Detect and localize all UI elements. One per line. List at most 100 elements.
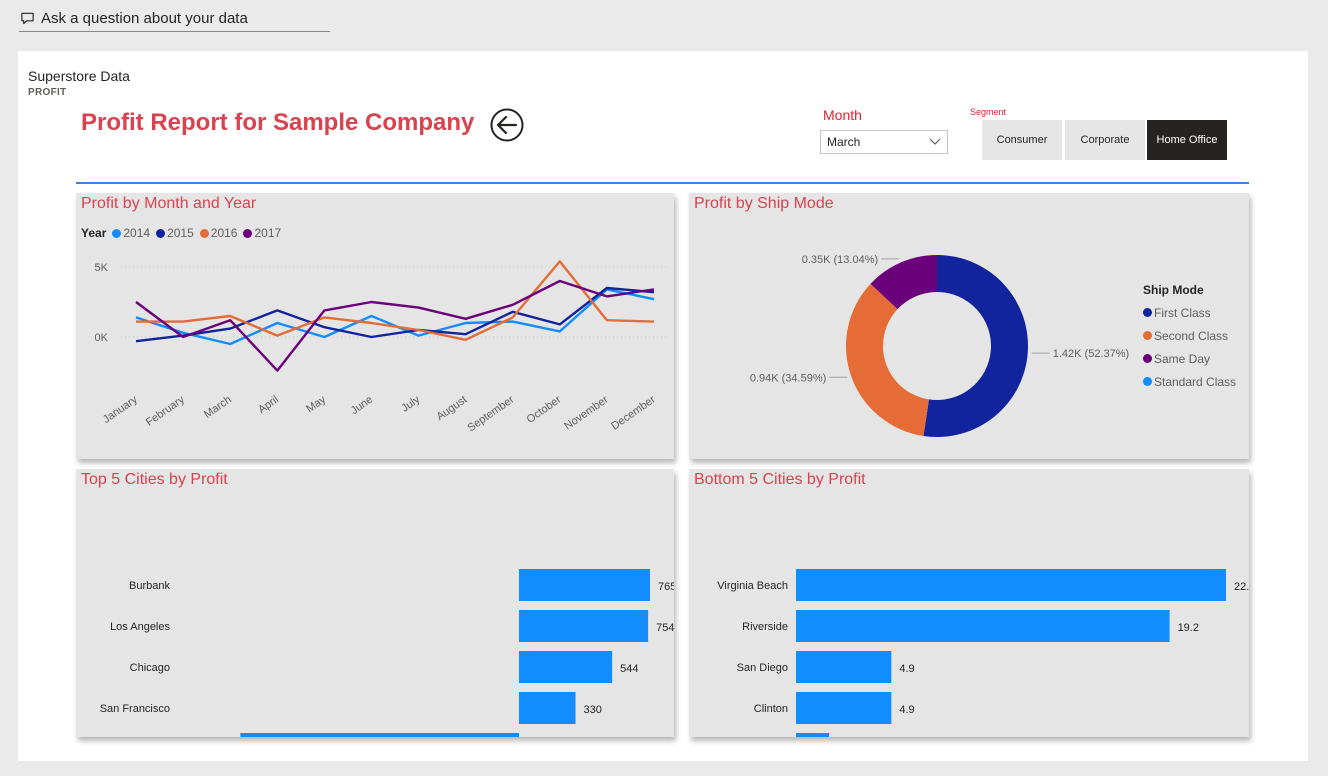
x-tick-label: January: [101, 393, 140, 426]
legend-label: Standard Class: [1154, 374, 1237, 389]
data-label: 544: [620, 663, 638, 675]
category-label: San Francisco: [100, 703, 170, 715]
legend-label: Second Class: [1154, 328, 1229, 343]
legend-dot: [1143, 377, 1152, 386]
donut-chart-title: Profit by Ship Mode: [694, 195, 834, 212]
segment-consumer-button[interactable]: Consumer: [982, 120, 1062, 160]
series-line-2015: [135, 286, 655, 343]
x-tick-label: December: [609, 393, 658, 432]
donut-data-label: 0.94K (34.59%): [750, 372, 826, 384]
segment-corporate-button[interactable]: Corporate: [1065, 120, 1145, 160]
legend-dot: [1143, 308, 1152, 317]
legend-label: 2016: [210, 226, 238, 240]
dataset-title: Superstore Data: [28, 68, 130, 84]
category-label: Los Angeles: [110, 621, 170, 633]
category-label: San Diego: [737, 662, 788, 674]
bar: [519, 651, 613, 683]
data-label: 19.2: [1178, 622, 1199, 634]
line-chart-title: Profit by Month and Year: [81, 195, 257, 212]
legend-dot: [199, 228, 209, 238]
bar: [796, 692, 892, 724]
ship-mode-legend-title: Ship Mode: [1143, 283, 1204, 297]
segment-home-office-button[interactable]: Home Office: [1147, 120, 1227, 160]
page-name: PROFIT: [28, 87, 67, 98]
legend-item-2016[interactable]: 2016: [199, 226, 238, 240]
bottom-cities-title: Bottom 5 Cities by Profit: [694, 471, 866, 488]
back-arrow-icon[interactable]: [489, 108, 525, 142]
qna-input[interactable]: Ask a question about your data: [19, 6, 330, 32]
data-label: 4.9: [899, 663, 914, 675]
legend-dot: [1143, 354, 1152, 363]
month-dropdown-value: March: [827, 135, 861, 149]
x-tick-label: April: [256, 394, 281, 416]
data-label: 4.9: [899, 704, 914, 716]
year-legend-title: Year: [81, 226, 107, 240]
report-title: Profit Report for Sample Company: [81, 109, 475, 136]
donut-slice-second-class: [846, 283, 929, 436]
x-tick-label: October: [525, 393, 564, 425]
speech-bubble-icon: [21, 12, 34, 25]
legend-item-standard-class[interactable]: Standard Class: [1143, 370, 1236, 393]
series-line-2016: [136, 260, 655, 342]
bar: [796, 610, 1170, 642]
legend-item-2014[interactable]: 2014: [112, 226, 150, 240]
y-tick-label: 0K: [95, 332, 109, 344]
donut-data-label: 0.35K (13.04%): [802, 254, 878, 266]
category-label: Riverside: [742, 621, 788, 633]
x-tick-label: May: [304, 393, 328, 415]
month-dropdown[interactable]: March: [820, 130, 948, 154]
qna-label: Ask a question about your data: [41, 10, 248, 27]
month-filter-label: Month: [823, 107, 862, 123]
category-label: Burbank: [129, 580, 170, 592]
chevron-down-icon: [929, 138, 941, 145]
category-label: Chicago: [130, 662, 170, 674]
legend-label: Same Day: [1154, 351, 1211, 366]
profit-by-ship-mode-chart[interactable]: 1.42K (52.37%) 0.94K (34.59%) 0.35K (13.04…: [689, 193, 1249, 459]
legend-dot: [243, 228, 253, 238]
legend-label: 2017: [254, 226, 282, 240]
bar: [519, 692, 576, 724]
bar: [240, 733, 520, 737]
data-label: 765: [658, 581, 674, 593]
ship-mode-legend: Ship Mode First Class Second Class Same …: [1143, 283, 1236, 393]
bottom-cities-bar-plot: Virginia Beach 22.1 Riverside 19.2 San Diego…: [717, 569, 1249, 737]
top-5-cities-chart[interactable]: Burbank 765 Los Angeles 754 Chicago 544 San Fr…: [76, 469, 674, 737]
legend-item-same-day[interactable]: Same Day: [1143, 347, 1236, 370]
x-tick-label: August: [434, 394, 469, 423]
bottom-5-cities-chart[interactable]: Virginia Beach 22.1 Riverside 19.2 San Diego…: [689, 469, 1249, 737]
donut-data-label: 1.42K (52.37%): [1053, 348, 1129, 360]
bar: [796, 569, 1226, 601]
legend-dot: [112, 228, 122, 238]
legend-dot: [1143, 331, 1152, 340]
legend-item-2015[interactable]: 2015: [156, 226, 194, 240]
x-tick-label: June: [349, 394, 375, 418]
legend-label: First Class: [1154, 305, 1211, 320]
data-label: 754: [656, 622, 674, 634]
bar: [796, 651, 892, 683]
x-tick-label: March: [202, 394, 234, 421]
profit-by-month-chart[interactable]: 5K 0K January February March April May June July…: [76, 193, 674, 459]
legend-item-first-class[interactable]: First Class: [1143, 301, 1236, 324]
top-cities-title: Top 5 Cities by Profit: [81, 471, 228, 488]
header-divider: [76, 182, 1249, 184]
category-label: Virginia Beach: [717, 580, 788, 592]
legend-item-2017[interactable]: 2017: [243, 226, 281, 240]
bar: [519, 610, 649, 642]
category-label: Clinton: [754, 703, 788, 715]
year-legend: Year 2014 2015 2016 2017: [81, 226, 281, 240]
x-tick-label: November: [562, 393, 611, 432]
donut-slice-first-class: [923, 255, 1028, 437]
series-line-2014: [135, 288, 655, 346]
legend-item-second-class[interactable]: Second Class: [1143, 324, 1236, 347]
top-cities-bar-plot: Burbank 765 Los Angeles 754 Chicago 544 San Fr…: [100, 569, 674, 737]
x-tick-label: July: [399, 393, 422, 414]
bar: [796, 733, 830, 737]
bar: [519, 569, 650, 601]
legend-dot: [156, 228, 166, 238]
x-tick-label: February: [144, 393, 187, 428]
legend-label: 2014: [123, 226, 151, 240]
x-tick-label: September: [465, 393, 516, 434]
report-canvas: Superstore Data PROFIT Profit Report for…: [18, 51, 1308, 761]
data-label: 330: [584, 704, 602, 716]
data-label: 22.1: [1234, 581, 1249, 593]
